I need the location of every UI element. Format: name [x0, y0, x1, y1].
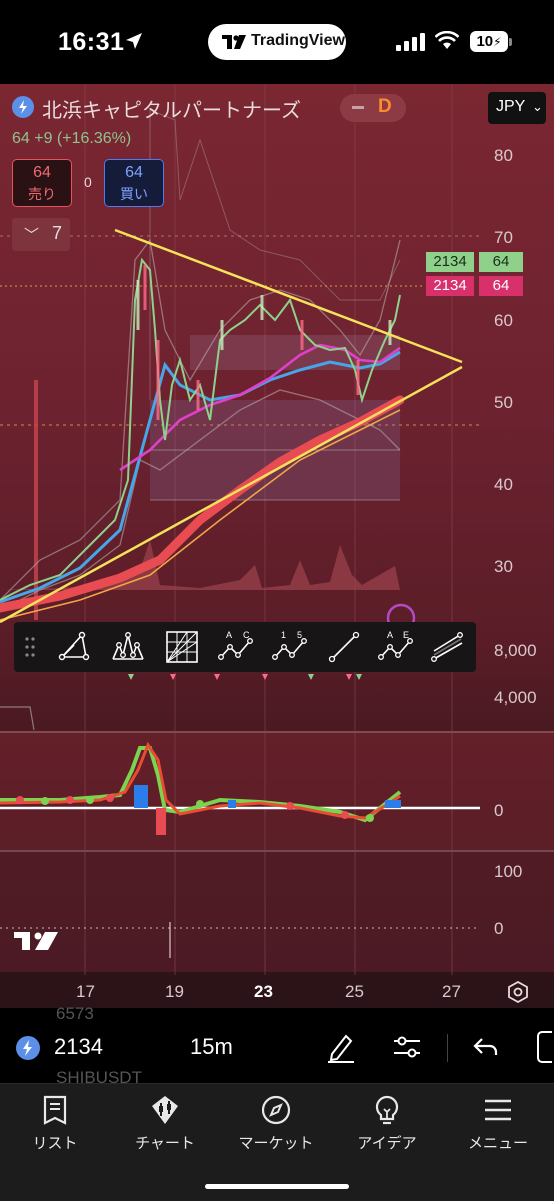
- list-icon: [43, 1095, 67, 1125]
- tab-label: メニュー: [467, 1135, 528, 1152]
- tradingview-pill-label: TradingView: [251, 32, 345, 49]
- delay-letter: D: [378, 96, 392, 117]
- location-arrow-icon: [126, 33, 142, 49]
- sell-button[interactable]: 64 売り: [12, 159, 72, 207]
- head-shoulders-icon[interactable]: [110, 629, 146, 665]
- drawing-toolbar: AC 15 AE: [14, 622, 476, 672]
- ghost-watchlist-text: 6573: [56, 1004, 94, 1023]
- parallel-channel-icon[interactable]: [430, 629, 466, 665]
- time-axis-label: 19: [165, 982, 184, 1001]
- home-indicator: [205, 1184, 349, 1189]
- triangle-pattern-icon[interactable]: [56, 629, 92, 665]
- abcd-letter-a: A: [226, 630, 232, 640]
- drag-handle-icon[interactable]: [24, 636, 36, 658]
- badge-dash: [352, 106, 364, 109]
- tab-market[interactable]: マーケット: [221, 1084, 331, 1164]
- ae-letter-a: A: [387, 630, 393, 640]
- chart-area[interactable]: 80 70 60 50 40 30 8,000 4,000 0 100 0 17…: [0, 84, 554, 1008]
- cellular-signal-icon: [396, 33, 425, 51]
- currency-label: JPY: [496, 98, 526, 115]
- indicators-toggle-button[interactable]: ﹀ 7: [12, 218, 70, 251]
- ae-letter-e: E: [403, 630, 409, 640]
- tradingview-app-pill[interactable]: TradingView: [208, 24, 346, 60]
- abcd-letter-c: C: [243, 630, 250, 640]
- abcd-pattern-icon[interactable]: AC: [218, 629, 254, 665]
- time-axis-label: 25: [345, 982, 364, 1001]
- menu-icon: [485, 1099, 511, 1121]
- price-chart-canvas[interactable]: [0, 84, 554, 1008]
- price-axis-label: 40: [494, 475, 513, 494]
- tab-label: チャート: [135, 1135, 195, 1152]
- tab-chart[interactable]: チャート: [110, 1084, 220, 1164]
- elliott-label-5: 5: [297, 630, 302, 640]
- macd-pane-bg: [0, 733, 554, 850]
- rsi-axis-label: 0: [494, 919, 504, 938]
- chevron-down-icon: ﹀: [24, 227, 40, 244]
- rsi-axis-label: 100: [494, 862, 523, 881]
- chevron-down-icon: ⌄: [532, 99, 543, 114]
- battery-indicator: 10⚡: [470, 31, 508, 52]
- price-axis-label: 80: [494, 146, 513, 165]
- lightbulb-icon: [375, 1095, 399, 1125]
- sell-label: 売り: [28, 186, 56, 202]
- tab-list[interactable]: リスト: [0, 1084, 110, 1164]
- gann-box-icon[interactable]: [164, 629, 200, 665]
- currency-selector[interactable]: JPY ⌄: [488, 92, 546, 124]
- compass-icon: [261, 1095, 291, 1125]
- time-axis-label: 23: [254, 982, 273, 1001]
- toolbar-divider: [447, 1034, 448, 1062]
- tab-label: リスト: [32, 1135, 78, 1152]
- indicators-count: 7: [52, 223, 63, 243]
- elliott-label-1: 1: [281, 630, 286, 640]
- buy-button[interactable]: 64 買い: [104, 159, 164, 207]
- rsi-pane-bg: [0, 852, 554, 972]
- price-tag-red-value: 64: [479, 276, 523, 296]
- drawing-pen-icon[interactable]: [326, 1030, 356, 1064]
- price-tag-green: 2134: [426, 252, 474, 272]
- undo-icon[interactable]: [472, 1035, 500, 1059]
- buy-label: 買い: [120, 186, 148, 202]
- chart-icon: [152, 1096, 178, 1124]
- trend-line-icon[interactable]: [326, 629, 362, 665]
- symbol-code-button[interactable]: 2134: [54, 1034, 103, 1060]
- tab-menu[interactable]: メニュー: [443, 1084, 553, 1164]
- price-change: 64 +9 (+16.36%): [12, 130, 132, 147]
- buy-price: 64: [125, 164, 143, 181]
- battery-nub: [509, 38, 512, 46]
- macd-axis-label: 0: [494, 801, 504, 820]
- price-axis-label: 30: [494, 557, 513, 576]
- symbol-logo-icon: [12, 96, 34, 118]
- volume-axis-label: 8,000: [494, 641, 537, 660]
- price-axis-label: 50: [494, 393, 513, 412]
- settings-hexagon-icon[interactable]: [506, 980, 530, 1004]
- tradingview-watermark-icon: [14, 932, 58, 950]
- volume-axis-label: 4,000: [494, 688, 537, 707]
- tab-ideas[interactable]: アイデア: [332, 1084, 442, 1164]
- tab-label: マーケット: [238, 1135, 314, 1152]
- sell-price: 64: [33, 164, 51, 181]
- elliott-wave-icon[interactable]: 15: [272, 629, 308, 665]
- indicator-settings-icon[interactable]: [392, 1033, 422, 1061]
- status-time: 16:31: [58, 28, 125, 56]
- price-tag-red: 2134: [426, 276, 474, 296]
- battery-level: 10: [476, 33, 494, 50]
- interval-button[interactable]: 15m: [190, 1034, 233, 1060]
- time-axis-label: 17: [76, 982, 95, 1001]
- wifi-icon: [435, 31, 459, 49]
- data-delay-badge[interactable]: D: [340, 94, 406, 122]
- spread-value: 0: [84, 174, 92, 190]
- fullscreen-bracket-icon[interactable]: [536, 1030, 554, 1064]
- symbol-logo-icon: [16, 1036, 40, 1060]
- price-axis-label: 60: [494, 311, 513, 330]
- price-axis-label: 70: [494, 228, 513, 247]
- tab-label: アイデア: [357, 1135, 417, 1152]
- tradingview-logo-icon: [222, 35, 246, 49]
- time-axis-label: 27: [442, 982, 461, 1001]
- price-tag-green-value: 64: [479, 252, 523, 272]
- ae-pattern-icon[interactable]: AE: [378, 629, 414, 665]
- symbol-name[interactable]: 北浜キャピタルパートナーズ: [42, 94, 301, 123]
